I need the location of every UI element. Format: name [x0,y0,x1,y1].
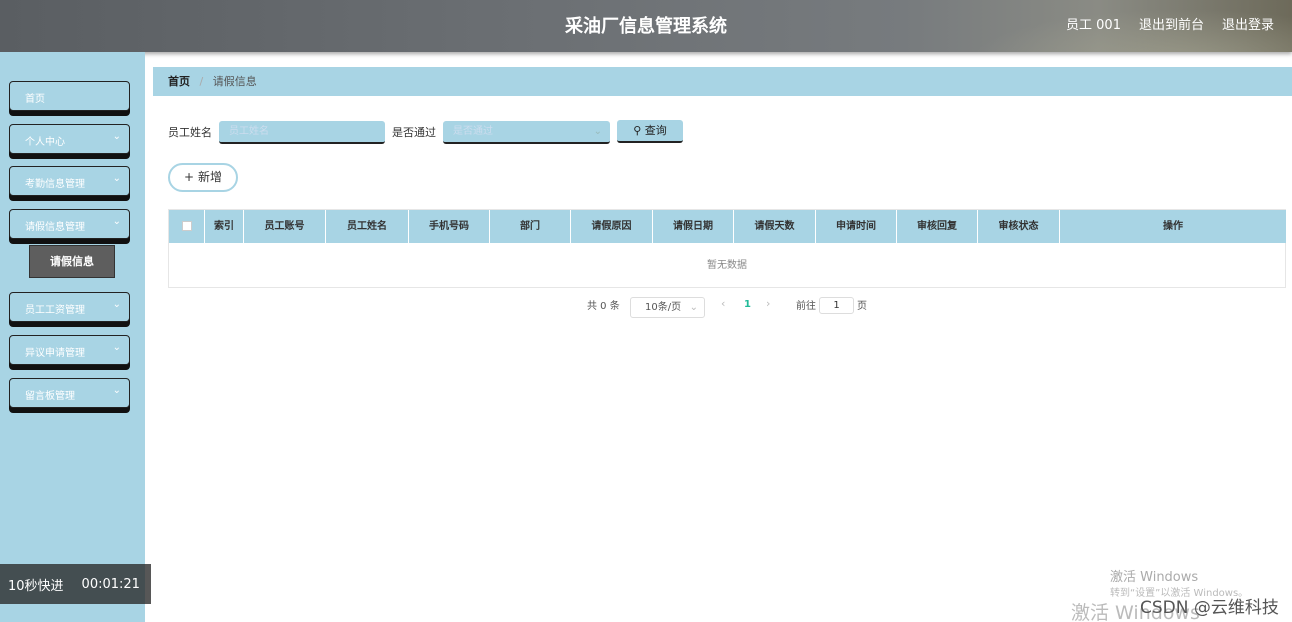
goto-page-input[interactable]: 1 [819,297,854,314]
column-header: 员工姓名 [326,210,409,243]
chevron-down-icon: ⌄ [593,126,602,137]
sidebar-item-label: 考勤信息管理 [25,179,85,190]
sidebar-item-leave[interactable]: 请假信息管理 ⌄ [9,209,130,239]
column-header: 申请时间 [816,210,897,243]
search-icon: ⚲ [633,124,642,137]
front-page-link[interactable]: 退出到前台 [1139,14,1204,33]
csdn-watermark: CSDN @云维科技 [1140,598,1279,618]
page-size-select[interactable]: 10条/页 ⌄ [630,297,705,318]
timer-label: 10秒快进 [8,578,64,594]
sidebar-item-label: 异议申请管理 [25,348,85,359]
chevron-down-icon: ⌄ [112,131,121,142]
query-button-label: 查询 [644,124,667,137]
sidebar-item-label: 请假信息管理 [25,222,85,233]
select-all-checkbox[interactable] [169,210,205,243]
add-button[interactable]: + 新增 [168,163,238,192]
sidebar: 首页 个人中心 ⌄ 考勤信息管理 ⌄ 请假信息管理 ⌄ 请假信息 员工工资管理 … [0,52,145,622]
sidebar-item-label: 员工工资管理 [25,305,85,316]
top-header: 采油厂信息管理系统 员工 001 退出到前台 退出登录 [0,0,1292,52]
next-page-icon[interactable]: › [766,297,770,310]
column-header: 请假原因 [571,210,653,243]
chevron-down-icon: ⌄ [112,342,121,353]
is-approved-placeholder: 是否通过 [453,126,493,137]
chevron-down-icon: ⌄ [689,302,698,313]
playback-timer: 10秒快进 00:01:21 [0,564,151,604]
goto-label: 前往 [796,301,816,312]
column-header: 部门 [490,210,571,243]
breadcrumb: 首页 / 请假信息 [153,67,1292,96]
total-count: 共 0 条 [587,301,620,312]
chevron-down-icon: ⌄ [112,173,121,184]
column-header: 审核状态 [978,210,1060,243]
page-size-value: 10条/页 [645,302,682,313]
current-page[interactable]: 1 [744,299,751,310]
column-header: 操作 [1163,221,1183,232]
activate-windows-title: 激活 Windows [1110,570,1199,585]
is-approved-label: 是否通过 [392,126,436,139]
breadcrumb-separator: / [199,75,204,88]
plus-icon: + [184,170,195,184]
sidebar-item-objection[interactable]: 异议申请管理 ⌄ [9,335,130,365]
add-button-label: 新增 [197,170,222,184]
query-button[interactable]: ⚲ 查询 [617,120,683,143]
employee-name-label: 员工姓名 [168,126,212,139]
sidebar-item-attendance[interactable]: 考勤信息管理 ⌄ [9,166,130,196]
sidebar-subitem-leave-info[interactable]: 请假信息 [29,245,115,278]
sidebar-item-label: 留言板管理 [25,391,75,402]
breadcrumb-home[interactable]: 首页 [168,75,190,88]
logout-link[interactable]: 退出登录 [1222,14,1274,33]
current-user: 员工 001 [1066,18,1121,33]
sidebar-item-label: 个人中心 [25,137,65,148]
is-approved-select[interactable]: 是否通过 ⌄ [443,121,610,144]
header-links: 员工 001 退出到前台 退出登录 [1066,14,1274,33]
column-header: 索引 [205,210,244,243]
column-header: 手机号码 [409,210,490,243]
sidebar-item-salary[interactable]: 员工工资管理 ⌄ [9,292,130,322]
breadcrumb-current: 请假信息 [212,75,257,88]
employee-name-input[interactable]: 员工姓名 [219,121,385,144]
chevron-down-icon: ⌄ [112,299,121,310]
table-header: 索引 员工账号 员工姓名 手机号码 部门 请假原因 请假日期 请假天数 申请时间… [169,210,1286,243]
column-header: 审核回复 [897,210,978,243]
column-header: 请假天数 [734,210,816,243]
sidebar-item-message-board[interactable]: 留言板管理 ⌄ [9,378,130,408]
leave-table: 索引 员工账号 员工姓名 手机号码 部门 请假原因 请假日期 请假天数 申请时间… [168,209,1286,288]
sidebar-item-home[interactable]: 首页 [9,81,130,111]
empty-table-text: 暂无数据 [707,260,747,271]
page-suffix: 页 [857,301,867,312]
sidebar-item-label: 首页 [25,94,45,105]
chevron-down-icon: ⌄ [112,216,121,227]
column-header: 请假日期 [653,210,734,243]
prev-page-icon[interactable]: ‹ [721,297,725,310]
chevron-down-icon: ⌄ [112,385,121,396]
column-header: 员工账号 [244,210,326,243]
timer-value: 00:01:21 [81,576,140,592]
sidebar-item-personal-center[interactable]: 个人中心 ⌄ [9,124,130,154]
